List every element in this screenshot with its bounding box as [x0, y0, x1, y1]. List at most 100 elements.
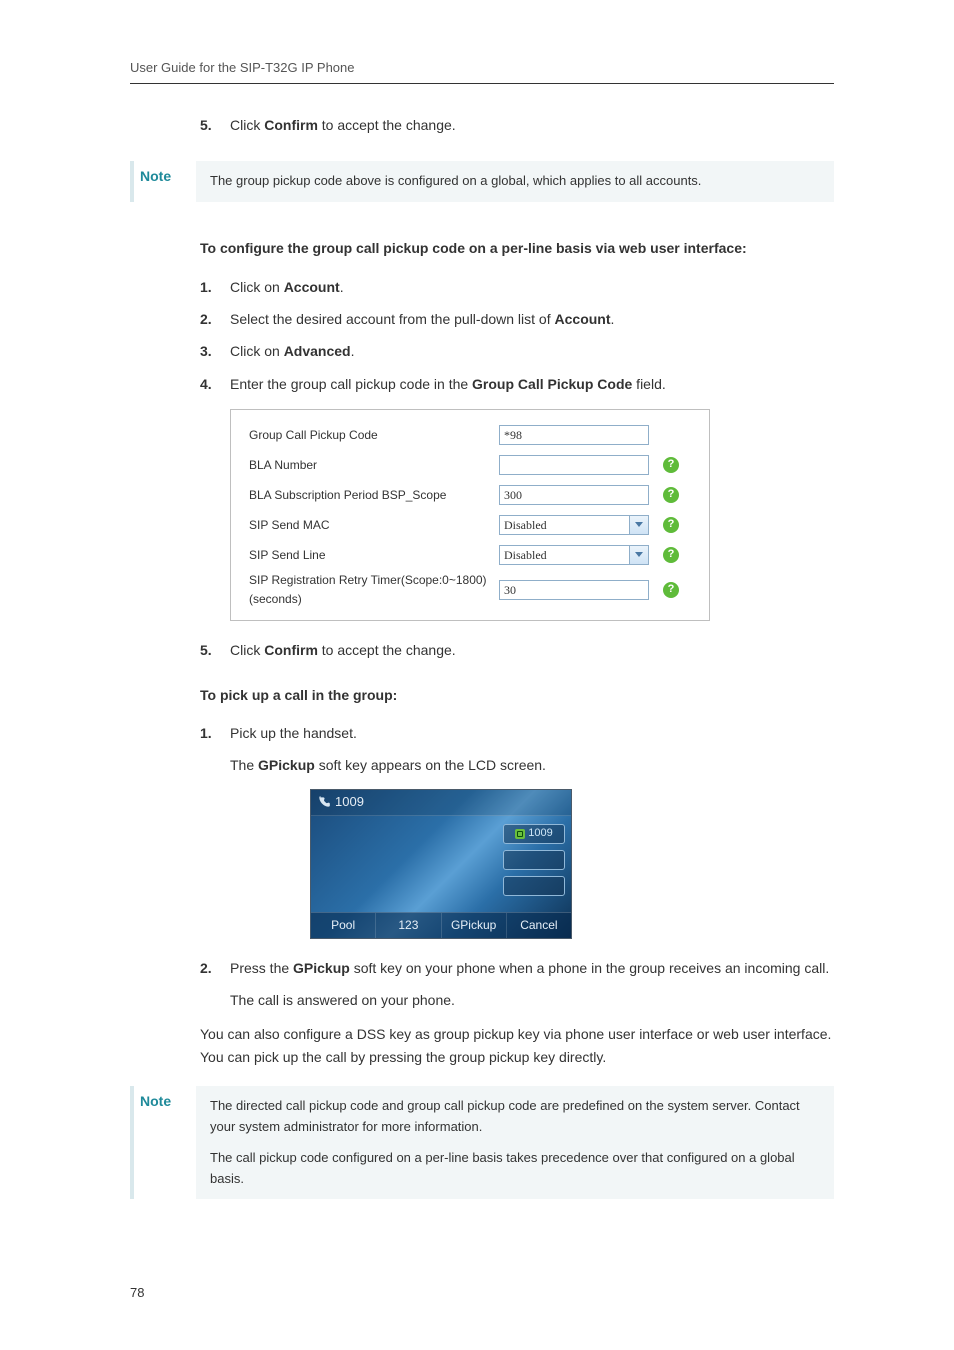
config-input[interactable]: [499, 455, 649, 475]
config-input[interactable]: *98: [499, 425, 649, 445]
lcd-top-bar: 1009: [311, 790, 571, 816]
step-row: 5. Click Confirm to accept the change.: [200, 639, 834, 661]
help-icon[interactable]: ?: [663, 547, 679, 563]
body-paragraph: You can also configure a DSS key as grou…: [200, 1023, 834, 1068]
step-number: 2.: [200, 308, 230, 330]
text: soft key on your phone when a phone in t…: [350, 960, 829, 976]
text: .: [611, 311, 615, 327]
section-heading: To configure the group call pickup code …: [200, 237, 834, 259]
config-row: SIP Send LineDisabled?: [249, 540, 691, 570]
body-content: 5. Click Confirm to accept the change. N…: [130, 114, 834, 1199]
bold-text: Confirm: [264, 117, 318, 133]
text: Click: [230, 117, 264, 133]
page-header: User Guide for the SIP-T32G IP Phone: [130, 60, 834, 84]
config-row: Group Call Pickup Code*98: [249, 420, 691, 450]
bold-text: Account: [555, 311, 611, 327]
step-row: 1.Click on Account.: [200, 276, 834, 298]
step-row: 2. Press the GPickup soft key on your ph…: [200, 957, 834, 979]
text: field.: [632, 376, 665, 392]
page-number: 78: [130, 1285, 144, 1300]
lcd-line-slot-empty: [503, 850, 565, 870]
softkey-gpickup: GPickup: [442, 913, 507, 938]
bold-text: Group Call Pickup Code: [472, 376, 632, 392]
step-number: 4.: [200, 373, 230, 395]
bold-text: Account: [284, 279, 340, 295]
text: Click on: [230, 279, 284, 295]
step-text: Click Confirm to accept the change.: [230, 114, 456, 136]
bold-text: GPickup: [293, 960, 350, 976]
config-row: SIP Send MACDisabled?: [249, 510, 691, 540]
note-block: Note The group pickup code above is conf…: [130, 161, 834, 202]
text: soft key appears on the LCD screen.: [315, 757, 546, 773]
lcd-line-number: 1009: [528, 825, 552, 843]
lcd-line-slot: 1009: [503, 824, 565, 844]
note-body: The group pickup code above is configure…: [196, 161, 834, 202]
step-text: Select the desired account from the pull…: [230, 308, 614, 330]
config-row: SIP Registration Retry Timer(Scope:0~180…: [249, 570, 691, 610]
note-block: Note The directed call pickup code and g…: [130, 1086, 834, 1199]
softkey-123: 123: [376, 913, 441, 938]
step-text: Press the GPickup soft key on your phone…: [230, 957, 829, 979]
step-text: Click Confirm to accept the change.: [230, 639, 456, 661]
config-screenshot: Group Call Pickup Code*98BLA Number?BLA …: [230, 409, 710, 621]
note-label: Note: [134, 1086, 196, 1112]
lcd-line-slot-empty: [503, 876, 565, 896]
handset-icon: [317, 794, 331, 810]
step-subtext: The call is answered on your phone.: [230, 989, 834, 1011]
config-label: SIP Registration Retry Timer(Scope:0~180…: [249, 571, 499, 609]
step-number: 5.: [200, 114, 230, 136]
bold-text: GPickup: [258, 757, 315, 773]
text: to accept the change.: [318, 642, 456, 658]
config-input[interactable]: 300: [499, 485, 649, 505]
config-label: BLA Subscription Period BSP_Scope: [249, 486, 499, 505]
text: to accept the change.: [318, 117, 456, 133]
lcd-softkey-bar: Pool 123 GPickup Cancel: [311, 912, 571, 938]
help-icon[interactable]: ?: [663, 457, 679, 473]
bold-text: Advanced: [284, 343, 351, 359]
config-label: SIP Send Line: [249, 546, 499, 565]
chevron-down-icon: [635, 552, 643, 557]
lcd-main-area: 1009: [311, 816, 571, 912]
step-number: 5.: [200, 639, 230, 661]
step-row: 4.Enter the group call pickup code in th…: [200, 373, 834, 395]
step-row: 3.Click on Advanced.: [200, 340, 834, 362]
note-text: The directed call pickup code and group …: [210, 1096, 820, 1138]
config-label: BLA Number: [249, 456, 499, 475]
config-select[interactable]: Disabled: [499, 515, 649, 535]
text: Click on: [230, 343, 284, 359]
lcd-top-number: 1009: [335, 792, 364, 813]
note-body: The directed call pickup code and group …: [196, 1086, 834, 1199]
text: Select the desired account from the pull…: [230, 311, 555, 327]
text: Enter the group call pickup code in the: [230, 376, 472, 392]
step-text: Click on Advanced.: [230, 340, 355, 362]
config-row: BLA Number?: [249, 450, 691, 480]
help-icon[interactable]: ?: [663, 517, 679, 533]
step-text: Click on Account.: [230, 276, 344, 298]
help-icon[interactable]: ?: [663, 487, 679, 503]
note-text: The group pickup code above is configure…: [210, 171, 820, 192]
text: .: [340, 279, 344, 295]
step-row: 2.Select the desired account from the pu…: [200, 308, 834, 330]
step-row: 1. Pick up the handset.: [200, 722, 834, 744]
config-input[interactable]: 30: [499, 580, 649, 600]
softkey-cancel: Cancel: [507, 913, 571, 938]
step-subtext: The GPickup soft key appears on the LCD …: [230, 754, 834, 776]
note-label: Note: [134, 161, 196, 187]
step-number: 3.: [200, 340, 230, 362]
step-number: 1.: [200, 276, 230, 298]
text: Click: [230, 642, 264, 658]
lcd-screenshot: 1009 1009 Pool 123 GPickup Cancel: [310, 789, 572, 939]
phone-icon: [515, 829, 525, 839]
step-number: 2.: [200, 957, 230, 979]
text: The: [230, 757, 258, 773]
config-select[interactable]: Disabled: [499, 545, 649, 565]
config-label: SIP Send MAC: [249, 516, 499, 535]
text: .: [351, 343, 355, 359]
help-icon[interactable]: ?: [663, 582, 679, 598]
text: Press the: [230, 960, 293, 976]
step-number: 1.: [200, 722, 230, 744]
section-heading: To pick up a call in the group:: [200, 684, 834, 706]
step-text: Pick up the handset.: [230, 722, 357, 744]
bold-text: Confirm: [264, 642, 318, 658]
step-text: Enter the group call pickup code in the …: [230, 373, 666, 395]
